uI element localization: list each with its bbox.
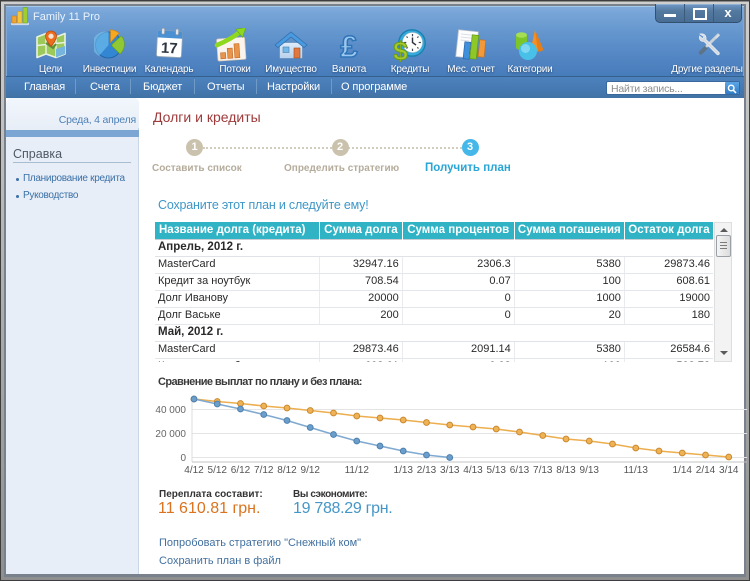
svg-text:7/13: 7/13 [533, 465, 553, 476]
svg-text:11/12: 11/12 [345, 465, 370, 476]
svg-text:4/12: 4/12 [184, 465, 204, 476]
svg-text:2/14: 2/14 [696, 465, 716, 476]
svg-text:$: $ [393, 36, 408, 62]
svg-text:20 000: 20 000 [155, 429, 186, 440]
svg-text:7/12: 7/12 [254, 465, 274, 476]
svg-text:5/12: 5/12 [208, 465, 228, 476]
svg-text:3/13: 3/13 [440, 465, 460, 476]
svg-text:0: 0 [180, 453, 186, 464]
svg-text:8/12: 8/12 [277, 465, 297, 476]
svg-text:4/13: 4/13 [463, 465, 483, 476]
svg-text:1/14: 1/14 [673, 465, 693, 476]
svg-text:9/13: 9/13 [580, 465, 600, 476]
svg-text:11/13: 11/13 [624, 465, 649, 476]
svg-text:9/12: 9/12 [301, 465, 321, 476]
svg-text:5/13: 5/13 [487, 465, 507, 476]
svg-text:2/13: 2/13 [417, 465, 437, 476]
svg-text:6/12: 6/12 [231, 465, 251, 476]
svg-text:17: 17 [160, 40, 178, 58]
svg-text:3/14: 3/14 [719, 465, 739, 476]
svg-text:40 000: 40 000 [155, 405, 186, 416]
svg-text:8/13: 8/13 [556, 465, 576, 476]
svg-text:1/13: 1/13 [394, 465, 414, 476]
svg-text:£: £ [340, 29, 357, 62]
svg-text:6/13: 6/13 [510, 465, 530, 476]
